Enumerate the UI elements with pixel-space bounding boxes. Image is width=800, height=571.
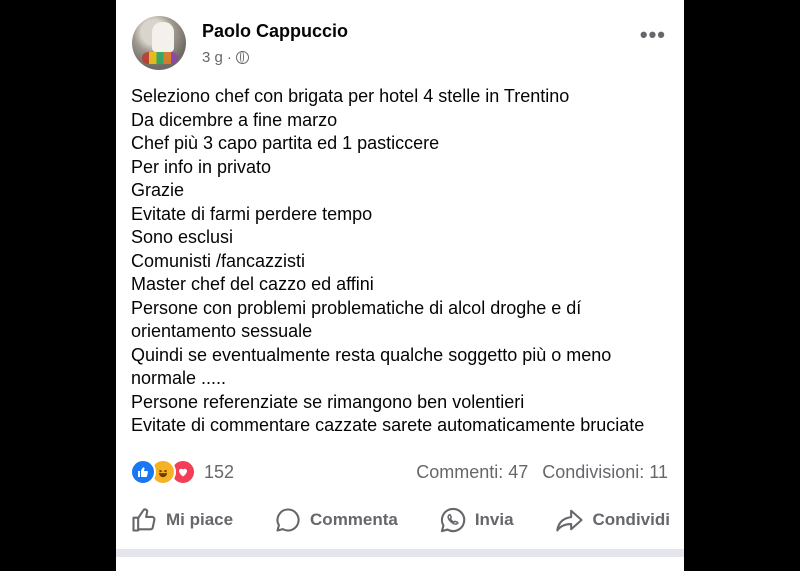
reaction-count: 152 xyxy=(204,461,235,482)
comments-count[interactable]: Commenti: 47 xyxy=(416,462,528,483)
post-line: Per info in privato xyxy=(131,156,272,177)
post-time[interactable]: 3 g xyxy=(202,49,223,66)
thumbs-up-icon xyxy=(130,506,158,534)
post-card: Paolo Cappuccio 3 g · ••• Seleziono chef… xyxy=(116,0,684,571)
avatar[interactable] xyxy=(132,16,186,70)
next-card-edge xyxy=(116,557,684,571)
post-line: Evitate di farmi perdere tempo xyxy=(131,203,373,224)
avatar-figure xyxy=(152,22,174,52)
comment-label: Commenta xyxy=(310,510,398,529)
share-label: Condividi xyxy=(592,510,670,529)
like-icon xyxy=(130,459,156,485)
post-text: Seleziono chef con brigata per hotel 4 s… xyxy=(131,85,676,438)
post-line: Comunisti /fancazzisti xyxy=(131,250,306,271)
like-label: Mi piace xyxy=(166,510,234,529)
post-line: Grazie xyxy=(131,180,185,200)
post-line: Chef più 3 capo partita ed 1 pasticcere xyxy=(131,133,440,153)
post-line: Seleziono chef con brigata per hotel 4 s… xyxy=(131,86,570,106)
post-line: Quindi se eventualmente resta qualche so… xyxy=(131,344,612,389)
engagement-counts: Commenti: 47 Condivisioni: 11 xyxy=(416,462,668,483)
post-line: Da dicembre a fine marzo xyxy=(131,109,338,130)
card-bottom-divider xyxy=(116,549,684,571)
share-button[interactable]: Condividi xyxy=(555,506,670,534)
post-meta: 3 g · xyxy=(202,49,249,66)
post-line: Persone con problemi problematiche di al… xyxy=(131,297,582,342)
send-button[interactable]: Invia xyxy=(439,506,514,534)
globe-icon xyxy=(235,51,249,64)
whatsapp-icon xyxy=(439,506,467,534)
send-label: Invia xyxy=(474,510,514,529)
avatar-plate xyxy=(142,52,178,64)
post-line: Evitate di commentare cazzate sarete aut… xyxy=(131,415,645,435)
post-stats: 152 Commenti: 47 Condivisioni: 11 xyxy=(130,458,668,486)
share-arrow-icon xyxy=(555,506,585,534)
post-header: Paolo Cappuccio 3 g · ••• xyxy=(130,14,670,74)
like-button[interactable]: Mi piace xyxy=(130,506,233,534)
shares-count[interactable]: Condivisioni: 11 xyxy=(542,462,668,483)
author-name[interactable]: Paolo Cappuccio xyxy=(202,21,348,42)
post-line: Sono esclusi xyxy=(131,227,234,247)
reactions-summary[interactable]: 152 xyxy=(130,459,234,485)
post-line: Persone referenziate se rimangono ben vo… xyxy=(131,391,525,412)
comment-button[interactable]: Commenta xyxy=(274,506,398,534)
comment-bubble-icon xyxy=(274,506,302,534)
more-options-icon[interactable]: ••• xyxy=(640,24,666,46)
meta-separator: · xyxy=(226,49,232,66)
action-bar: Mi piace Commenta Invia Condividi xyxy=(130,500,670,540)
post-line: Master chef del cazzo ed affini xyxy=(131,274,374,294)
